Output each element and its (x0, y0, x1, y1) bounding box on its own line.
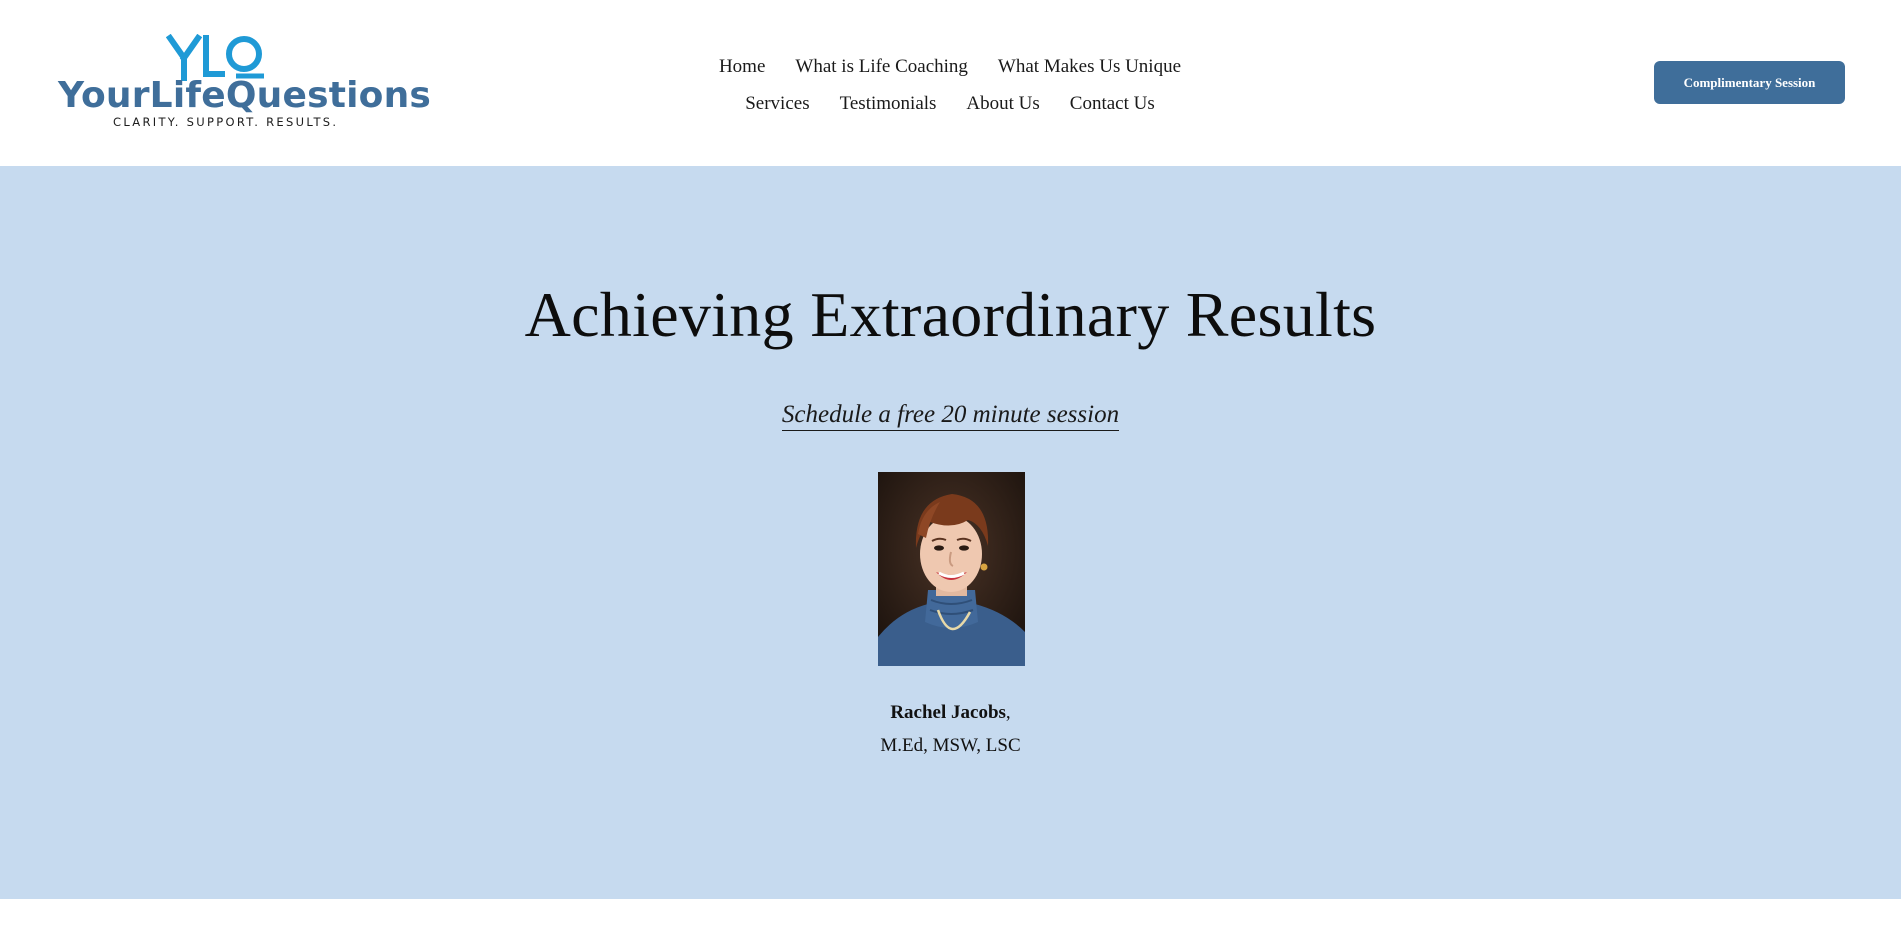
hero-section: Achieving Extraordinary Results Schedule… (0, 166, 1901, 899)
nav-item-home[interactable]: Home (719, 48, 765, 85)
nav-item-what-is-life-coaching[interactable]: What is Life Coaching (795, 48, 968, 85)
person-credentials: M.Ed, MSW, LSC (880, 735, 1021, 756)
logo-wordmark: YourLifeQuestions (58, 75, 432, 116)
nav-row-primary: Home What is Life Coaching What Makes Us… (690, 48, 1210, 85)
person-name-line: Rachel Jacobs, (0, 702, 1901, 725)
person-name: Rachel Jacobs (890, 702, 1006, 723)
page: YourLifeQuestions CLARITY. SUPPORT. RESU… (0, 0, 1901, 926)
site-logo[interactable]: YourLifeQuestions CLARITY. SUPPORT. RESU… (58, 34, 431, 130)
nav-row-secondary: Services Testimonials About Us Contact U… (690, 85, 1210, 122)
complimentary-session-button[interactable]: Complimentary Session (1654, 61, 1845, 104)
portrait-photo (878, 472, 1025, 666)
person-name-suffix: , (1005, 702, 1011, 723)
main-navigation: Home What is Life Coaching What Makes Us… (690, 48, 1210, 122)
nav-item-about-us[interactable]: About Us (966, 85, 1039, 122)
portrait-illustration (878, 472, 1025, 666)
nav-item-contact-us[interactable]: Contact Us (1070, 85, 1155, 122)
site-header: YourLifeQuestions CLARITY. SUPPORT. RESU… (0, 0, 1901, 166)
nav-item-services[interactable]: Services (745, 85, 809, 122)
hero-title: Achieving Extraordinary Results (524, 279, 1377, 350)
schedule-link-container: Schedule a free 20 minute session (0, 400, 1901, 431)
nav-item-what-makes-us-unique[interactable]: What Makes Us Unique (998, 48, 1181, 85)
nav-item-testimonials[interactable]: Testimonials (840, 85, 937, 122)
schedule-session-link[interactable]: Schedule a free 20 minute session (781, 401, 1120, 431)
logo-tagline: CLARITY. SUPPORT. RESULTS. (113, 115, 339, 129)
